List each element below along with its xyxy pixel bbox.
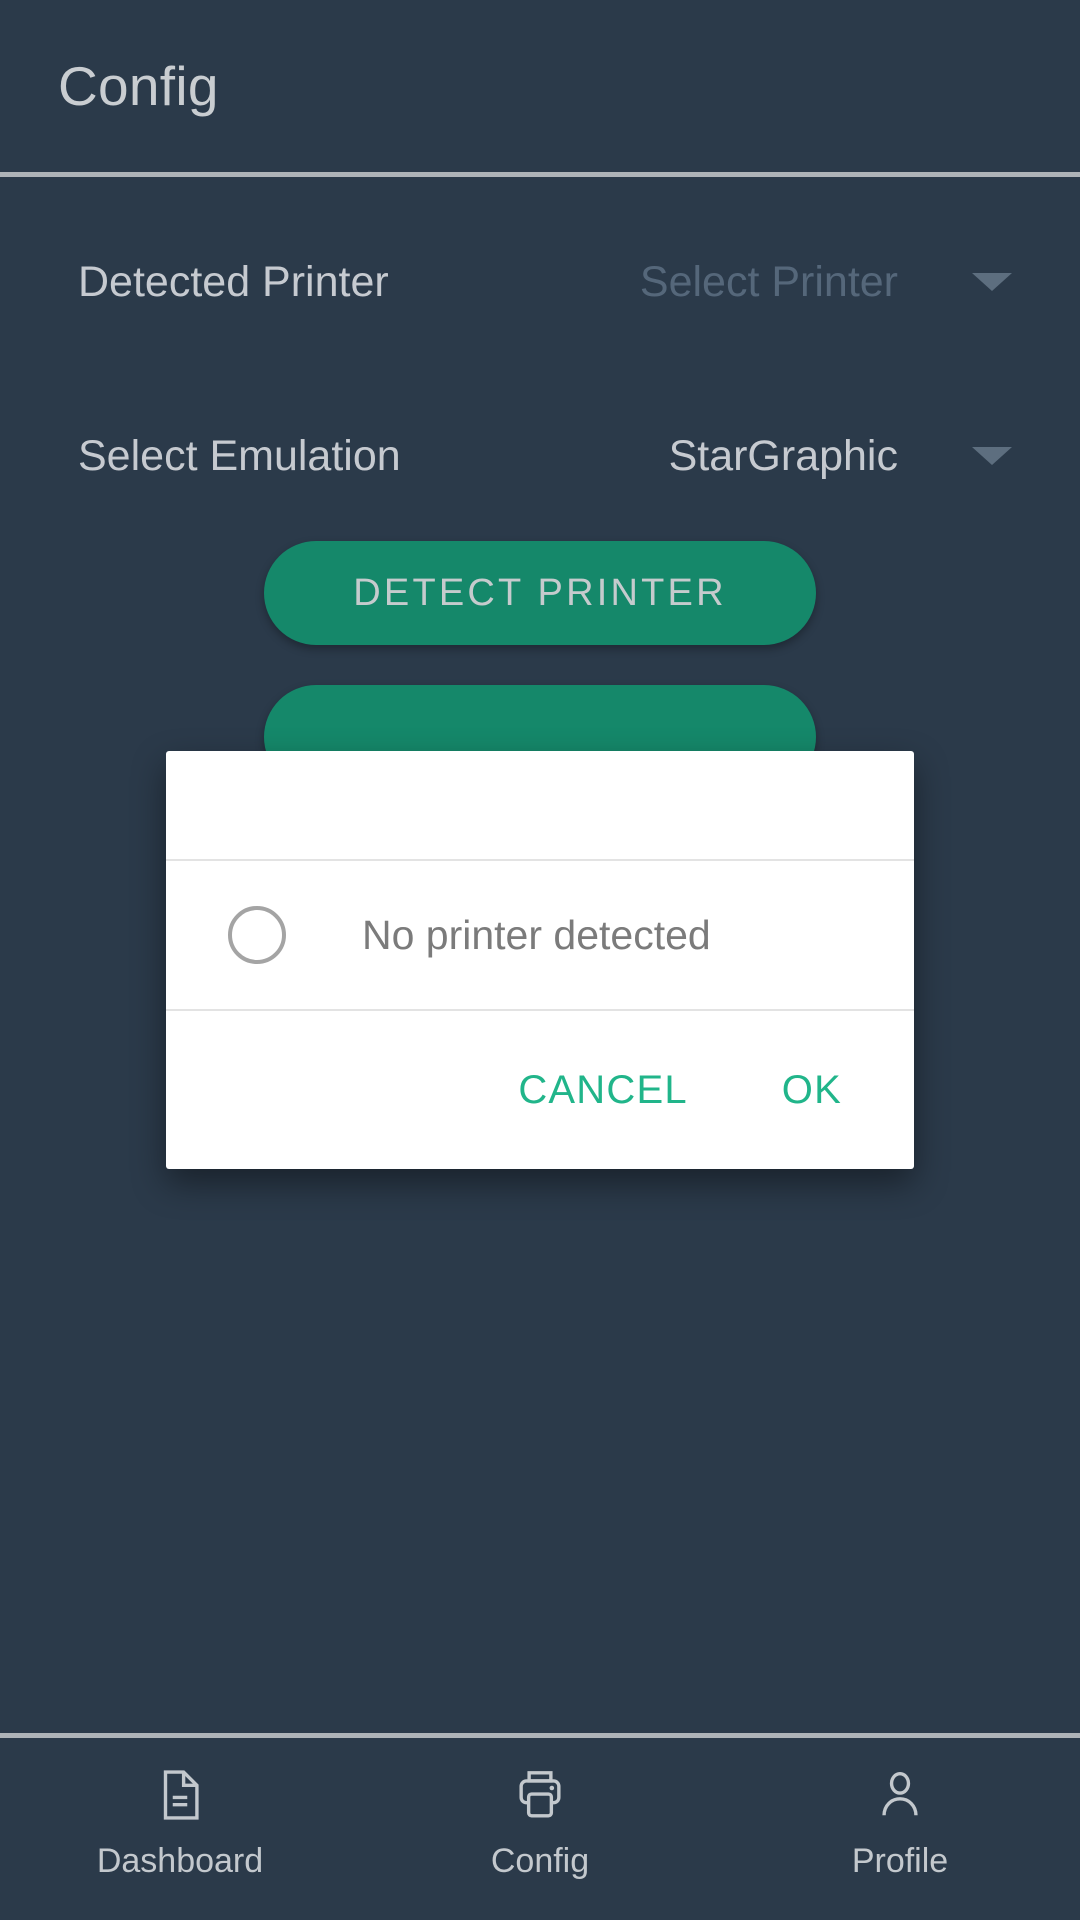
app-header: Config: [0, 0, 1080, 172]
config-screen: Config Detected Printer Select Printer S…: [0, 0, 1080, 1920]
page-title: Config: [58, 55, 219, 117]
nav-item-config[interactable]: Config: [360, 1764, 720, 1881]
ok-button[interactable]: OK: [758, 1054, 866, 1127]
detected-printer-row[interactable]: Detected Printer Select Printer: [0, 223, 1080, 341]
select-emulation-value: StarGraphic: [668, 431, 898, 480]
select-emulation-row[interactable]: Select Emulation StarGraphic: [0, 397, 1080, 515]
document-icon: [149, 1764, 211, 1826]
nav-label-dashboard: Dashboard: [96, 1842, 264, 1880]
dialog-actions: CANCEL OK: [166, 1011, 914, 1169]
nav-label-config: Config: [490, 1842, 590, 1880]
detected-printer-label: Detected Printer: [78, 257, 389, 306]
nav-label-profile: Profile: [851, 1842, 949, 1880]
nav-item-profile[interactable]: Profile: [720, 1764, 1080, 1881]
detected-printer-value: Select Printer: [639, 257, 898, 306]
select-emulation-field[interactable]: StarGraphic: [401, 432, 1030, 481]
detect-printer-button[interactable]: DETECT PRINTER: [264, 541, 816, 645]
printer-icon: [509, 1764, 571, 1826]
detect-printer-button-wrap: DETECT PRINTER: [0, 541, 1080, 645]
dialog-title: [166, 751, 914, 859]
chevron-down-icon[interactable]: [972, 273, 1012, 291]
bottom-nav: Dashboard Config Profile: [0, 1738, 1080, 1920]
main-content: Detected Printer Select Printer Select E…: [0, 177, 1080, 1733]
row-spacer: [0, 341, 1080, 397]
radio-button-icon[interactable]: [228, 906, 286, 964]
cancel-button[interactable]: CANCEL: [494, 1054, 711, 1127]
dialog-option-label: No printer detected: [362, 911, 711, 958]
dialog-option-row[interactable]: No printer detected: [166, 861, 914, 1009]
chevron-down-icon[interactable]: [972, 447, 1012, 465]
select-emulation-label: Select Emulation: [78, 431, 401, 480]
no-printer-dialog: No printer detected CANCEL OK: [166, 751, 914, 1169]
nav-item-dashboard[interactable]: Dashboard: [0, 1764, 360, 1881]
detected-printer-field[interactable]: Select Printer: [389, 258, 1030, 307]
person-icon: [869, 1764, 931, 1826]
